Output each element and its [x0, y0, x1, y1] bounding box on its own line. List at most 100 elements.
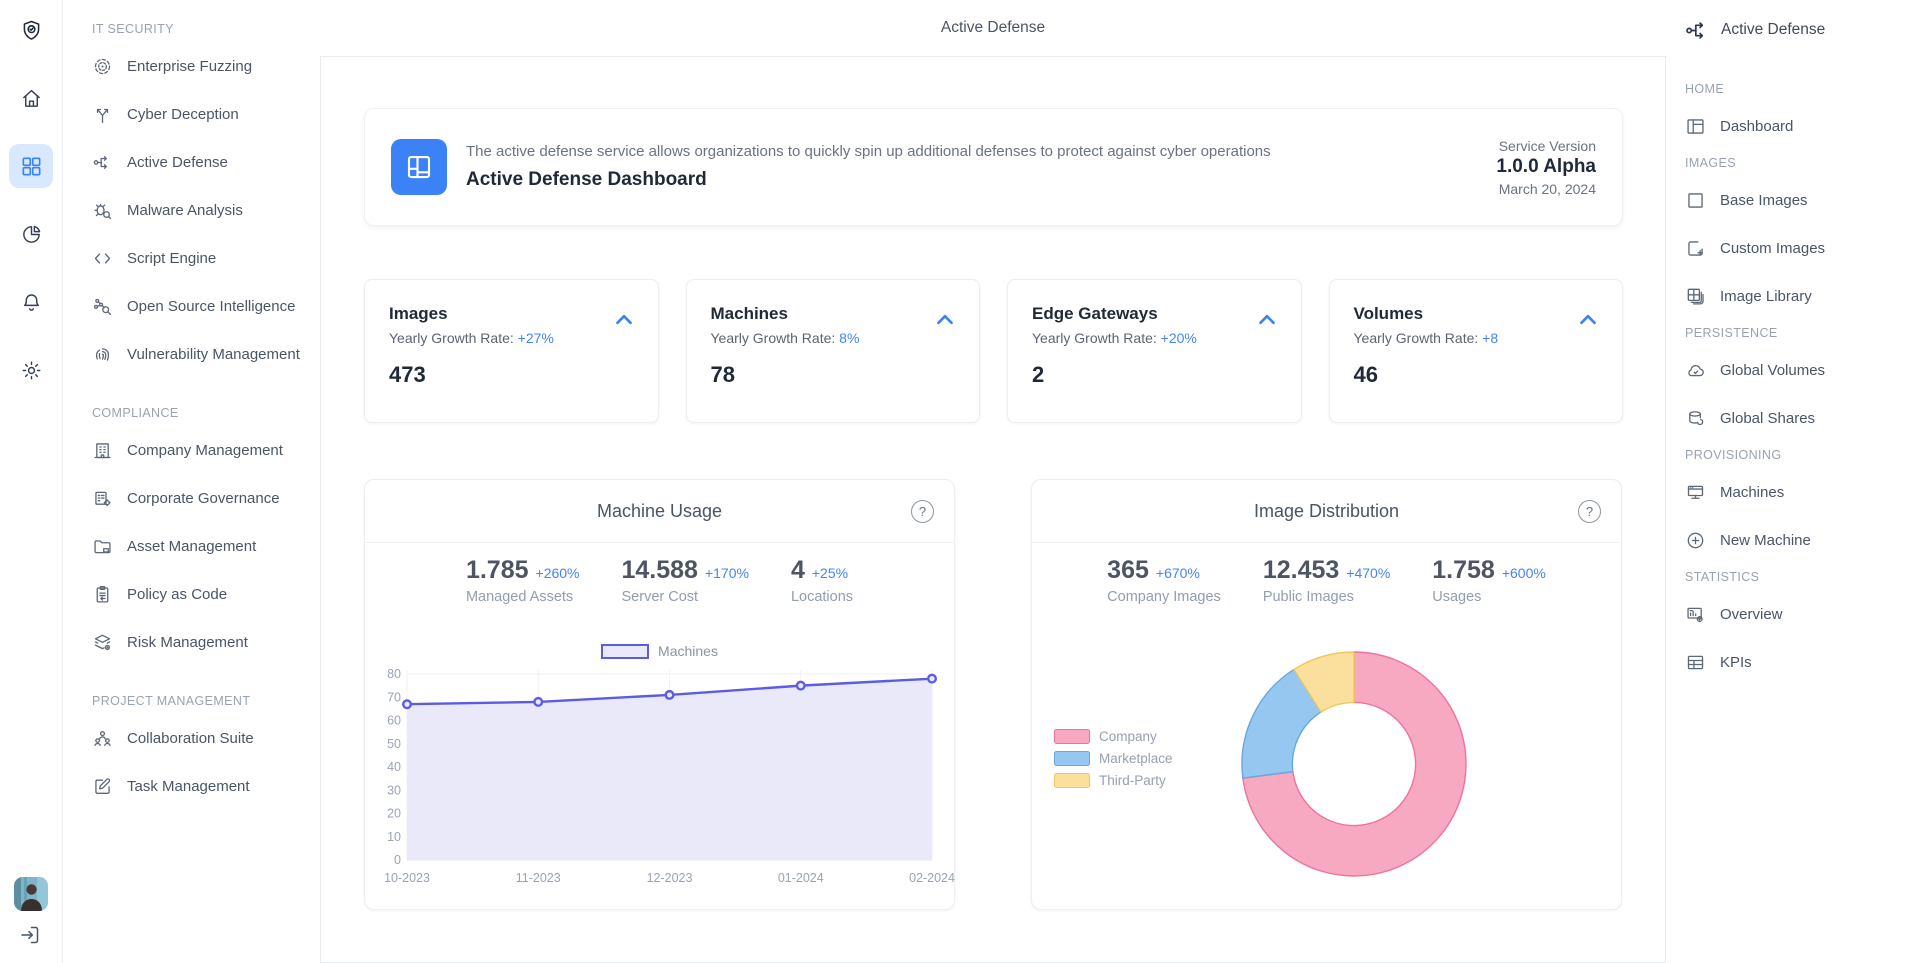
sidebar-item-label: Task Management: [127, 778, 250, 795]
sidebar-item-open-source-intelligence[interactable]: Open Source Intelligence: [63, 282, 320, 330]
sidebar-item-global-shares[interactable]: Global Shares: [1684, 394, 1920, 442]
stat-card-title: Machines: [711, 304, 956, 324]
sidebar-item-label: Active Defense: [127, 154, 228, 171]
sidebar-item-task-management[interactable]: Task Management: [63, 762, 320, 810]
chart-stat-value-line: 12.453+470%: [1263, 556, 1390, 585]
pie-icon: [20, 223, 43, 246]
chart-stat-public-images: 12.453+470%Public Images: [1263, 556, 1390, 605]
stat-card-value: 46: [1354, 362, 1599, 388]
sidebar-item-kpis[interactable]: KPIs: [1684, 638, 1920, 686]
active-defense-icon: [1684, 17, 1711, 44]
chart-stat-delta: +600%: [1502, 565, 1546, 581]
section-items-persistence: Global Volumes Global Shares: [1684, 346, 1920, 442]
collapse-button[interactable]: [1576, 308, 1600, 332]
sidebar-item-policy-as-code[interactable]: Policy as Code: [63, 570, 320, 618]
collapse-button[interactable]: [1255, 308, 1279, 332]
banner-text: The active defense service allows organi…: [466, 143, 1496, 191]
sidebar-item-label: Open Source Intelligence: [127, 298, 295, 315]
chart-stat-value-line: 4+25%: [791, 556, 853, 585]
stat-card-growth-value: 8%: [839, 330, 859, 346]
sidebar-item-risk-management[interactable]: Risk Management: [63, 618, 320, 666]
svg-text:11-2023: 11-2023: [516, 871, 561, 885]
chevron-up-icon: [933, 308, 957, 332]
left-sidebar: IT SECURITYEnterprise FuzzingCyber Decep…: [63, 0, 320, 963]
banner-title: Active Defense Dashboard: [466, 169, 1496, 191]
sidebar-item-custom-images[interactable]: Custom Images: [1684, 224, 1920, 272]
rail-apps[interactable]: [9, 144, 53, 188]
svg-text:20: 20: [387, 807, 401, 821]
section-items-compliance: Company ManagementCorporate GovernanceAs…: [63, 426, 320, 666]
chart-stat-value-line: 1.758 +600%: [1432, 556, 1546, 585]
sidebar-item-new-machine[interactable]: New Machine: [1684, 516, 1920, 564]
stat-card-value: 2: [1032, 362, 1277, 388]
collapse-button[interactable]: [933, 308, 957, 332]
bug-search-icon: [92, 200, 113, 221]
rail-home[interactable]: [9, 76, 53, 120]
sidebar-item-asset-management[interactable]: Asset Management: [63, 522, 320, 570]
help-button[interactable]: ?: [911, 500, 934, 523]
chart-stat-value: 1.758: [1432, 556, 1495, 584]
chart-stat-managed-assets: 1.785+260%Managed Assets: [466, 556, 580, 605]
flow-icon: [92, 152, 113, 173]
sidebar-item-machines[interactable]: Machines: [1684, 468, 1920, 516]
chart-card-header: Machine Usage?: [365, 480, 954, 543]
rail-analytics[interactable]: [9, 212, 53, 256]
sidebar-item-malware-analysis[interactable]: Malware Analysis: [63, 186, 320, 234]
service-version-label: Service Version: [1496, 138, 1596, 154]
server-icon: [1685, 482, 1706, 503]
app-logo: [9, 8, 53, 52]
sidebar-item-company-management[interactable]: Company Management: [63, 426, 320, 474]
chart-stat-usages: 1.758+600%Usages: [1432, 556, 1546, 605]
rail-settings[interactable]: [9, 348, 53, 392]
sidebar-item-label: Enterprise Fuzzing: [127, 58, 252, 75]
shield-logo-icon: [20, 19, 43, 42]
list-gear-icon: [92, 488, 113, 509]
dashboard-banner-icon: [391, 139, 447, 195]
charts-row: Machine Usage? 1.785+260%Managed Assets14…: [364, 479, 1623, 910]
sidebar-item-label: Image Library: [1720, 288, 1812, 305]
svg-text:12-2023: 12-2023: [647, 871, 693, 885]
right-sidebar-header: Active Defense: [1684, 0, 1920, 60]
sidebar-item-overview[interactable]: Overview: [1684, 590, 1920, 638]
chart-stat-company-images: 365+670%Company Images: [1107, 556, 1221, 605]
user-avatar[interactable]: [14, 877, 48, 911]
branch-icon: [92, 104, 113, 125]
square-plus-icon: [1685, 238, 1706, 259]
image-distribution-donut-chart: [1032, 610, 1623, 915]
sidebar-item-global-volumes[interactable]: Global Volumes: [1684, 346, 1920, 394]
sidebar-item-base-images[interactable]: Base Images: [1684, 176, 1920, 224]
sidebar-item-vulnerability-management[interactable]: Vulnerability Management: [63, 330, 320, 378]
chart-title: Image Distribution: [1254, 501, 1399, 522]
folder-icon: [92, 536, 113, 557]
help-button[interactable]: ?: [1578, 500, 1601, 523]
chart-stats-row: 1.785+260%Managed Assets14.588+170%Serve…: [365, 556, 954, 605]
sidebar-item-label: Machines: [1720, 484, 1784, 501]
sidebar-item-corporate-governance[interactable]: Corporate Governance: [63, 474, 320, 522]
logout-button[interactable]: [18, 923, 44, 949]
sidebar-item-collaboration-suite[interactable]: Collaboration Suite: [63, 714, 320, 762]
chart-card-header: Image Distribution?: [1032, 480, 1621, 543]
svg-text:01-2024: 01-2024: [778, 871, 824, 885]
sidebar-item-script-engine[interactable]: Script Engine: [63, 234, 320, 282]
chart-card-image-distribution: Image Distribution? 365+670%Company Image…: [1031, 479, 1622, 910]
sidebar-item-dashboard[interactable]: Dashboard: [1684, 102, 1920, 150]
target-icon: [92, 56, 113, 77]
sidebar-item-image-library[interactable]: Image Library: [1684, 272, 1920, 320]
rail-notifications[interactable]: [9, 280, 53, 324]
svg-text:10-2023: 10-2023: [384, 871, 430, 885]
chart-stat-delta: +170%: [705, 565, 749, 581]
collapse-button[interactable]: [612, 308, 636, 332]
sidebar-item-active-defense[interactable]: Active Defense: [63, 138, 320, 186]
section-label-home: HOME: [1684, 76, 1920, 102]
chart-stat-value-line: 365+670%: [1107, 556, 1221, 585]
sidebar-item-cyber-deception[interactable]: Cyber Deception: [63, 90, 320, 138]
chart-stat-label: Server Cost: [622, 589, 749, 605]
sidebar-item-enterprise-fuzzing[interactable]: Enterprise Fuzzing: [63, 42, 320, 90]
sidebar-item-label: Global Shares: [1720, 410, 1815, 427]
chart-stat-delta: +470%: [1346, 565, 1390, 581]
stat-card-growth-value: +27%: [518, 330, 554, 346]
sidebar-item-label: Cyber Deception: [127, 106, 239, 123]
grid-icon: [20, 155, 43, 178]
chart-stat-value: 1.785: [466, 556, 529, 584]
plus-circle-icon: [1685, 530, 1706, 551]
